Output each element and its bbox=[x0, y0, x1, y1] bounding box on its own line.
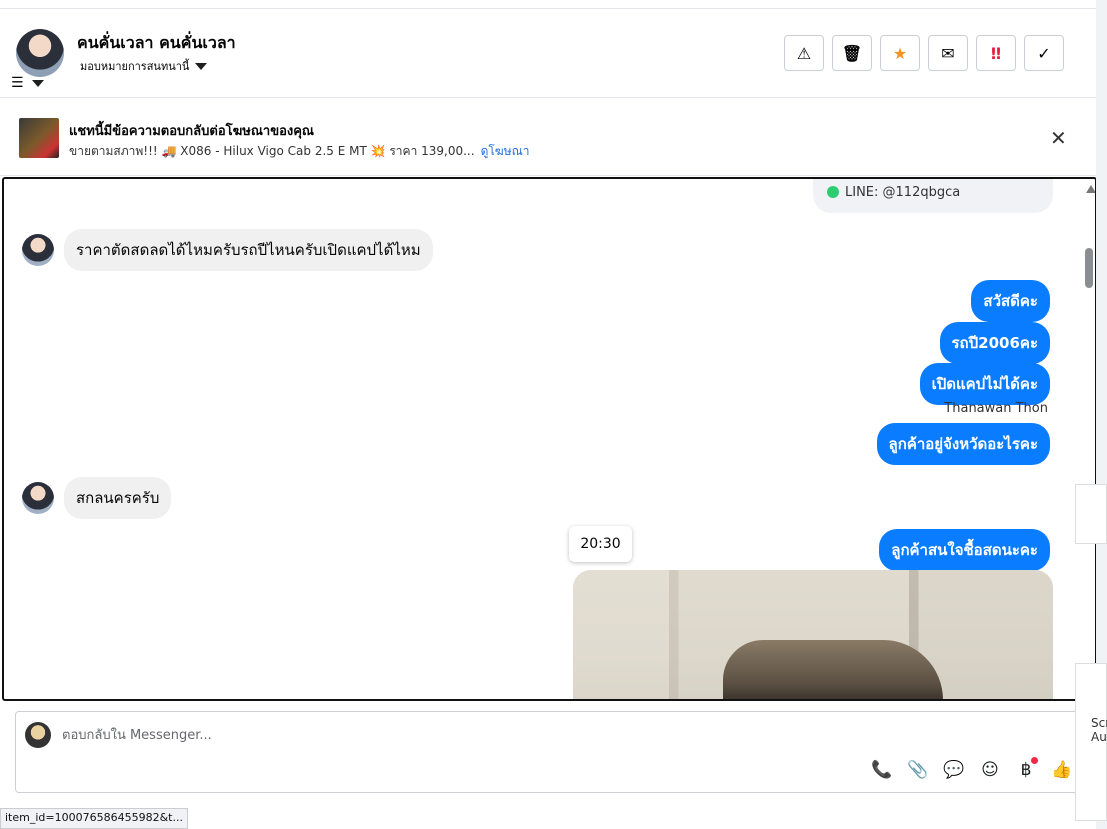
composer-tools: 📞 📎 💬 ☺ ฿ 👍 bbox=[871, 760, 1073, 780]
ad-desc-text: ขายตามสภาพ!!! 🚚 X086 - Hilux Vigo Cab 2.… bbox=[69, 144, 475, 158]
star-icon: ★ bbox=[892, 43, 908, 63]
mark-unread-button[interactable]: ✉ bbox=[928, 35, 968, 71]
outgoing-message[interactable]: เปิดแคปไม่ได้คะ bbox=[919, 363, 1050, 405]
outgoing-message[interactable]: สวัสดีคะ bbox=[971, 280, 1050, 322]
done-button[interactable]: ✓ bbox=[1024, 35, 1064, 71]
outgoing-message[interactable]: ลูกค้าอยู่จังหวัดอะไรคะ bbox=[876, 423, 1050, 465]
app: คนคั่นเวลา คนคั่นเวลา มอบหมายการสนทนานี้… bbox=[0, 0, 1107, 829]
conversation-header: คนคั่นเวลา คนคั่นเวลา มอบหมายการสนทนานี้… bbox=[0, 9, 1096, 98]
my-avatar bbox=[25, 722, 51, 748]
emoji-icon[interactable]: ☺ bbox=[979, 760, 1001, 780]
assign-label: มอบหมายการสนทนานี้ bbox=[80, 60, 190, 73]
incoming-message: ราคาตัดสดลดได้ไหมครับรถปีไหนครับเปิดแคปไ… bbox=[22, 229, 433, 271]
sender-name: Thanawan Thon bbox=[944, 401, 1048, 416]
call-icon[interactable]: 📞 bbox=[871, 760, 893, 780]
check-icon: ✓ bbox=[1037, 43, 1051, 63]
outgoing-message[interactable]: ลูกค้าสนใจชื้อสดนะคะ bbox=[879, 529, 1050, 571]
close-icon[interactable]: ✕ bbox=[1050, 126, 1067, 150]
trash-icon: 🗑 bbox=[841, 43, 863, 63]
envelope-open-icon: ✉ bbox=[941, 43, 955, 63]
delete-button[interactable]: 🗑 bbox=[832, 35, 872, 71]
header-actions: ⚠ 🗑 ★ ✉ ‼ ✓ bbox=[784, 35, 1064, 71]
scrollbar-thumb[interactable] bbox=[1085, 248, 1093, 288]
top-edge bbox=[0, 0, 1096, 9]
message-thread[interactable]: LINE: @112qbgca ราคาตัดสดลดได้ไหมครับรถป… bbox=[2, 177, 1097, 701]
notification-dot bbox=[1031, 757, 1038, 764]
assign-conversation[interactable]: มอบหมายการสนทนานี้ bbox=[80, 57, 208, 75]
chevron-down-icon bbox=[31, 79, 44, 87]
incoming-message: สกลนครครับ bbox=[22, 477, 172, 519]
sliders-icon: ☰ bbox=[11, 75, 24, 91]
side-popup-widget[interactable]: Scr Au bbox=[1075, 663, 1107, 821]
exclamation-icon: ‼ bbox=[990, 43, 1002, 63]
car-photo-message[interactable] bbox=[573, 570, 1053, 699]
side-preview-widget[interactable] bbox=[1075, 484, 1107, 544]
ad-description: ขายตามสภาพ!!! 🚚 X086 - Hilux Vigo Cab 2.… bbox=[69, 142, 530, 161]
message-bubble[interactable]: ราคาตัดสดลดได้ไหมครับรถปีไหนครับเปิดแคปไ… bbox=[64, 229, 433, 271]
outgoing-message[interactable]: รถปี2006คะ bbox=[939, 322, 1050, 364]
line-id-message: LINE: @112qbgca bbox=[813, 179, 1053, 213]
avatar[interactable] bbox=[22, 482, 54, 514]
chat-bubble-icon[interactable]: 💬 bbox=[943, 760, 965, 780]
star-button[interactable]: ★ bbox=[880, 35, 920, 71]
status-bar-url: item_id=100076586455982&t... bbox=[0, 808, 188, 829]
line-id-text: LINE: @112qbgca bbox=[845, 184, 961, 200]
scroll-up-arrow-icon[interactable] bbox=[1086, 185, 1095, 193]
view-ad-link[interactable]: ดูโฆษณา bbox=[481, 144, 530, 158]
ad-thumbnail[interactable] bbox=[19, 118, 59, 158]
pickup-truck-image bbox=[723, 640, 943, 699]
ad-banner-title: แชทนี้มีข้อความตอบกลับต่อโฆษณาของคุณ bbox=[69, 124, 314, 139]
reply-input[interactable] bbox=[62, 724, 762, 746]
chevron-down-icon bbox=[195, 62, 208, 70]
filter-menu[interactable]: ☰ bbox=[11, 75, 44, 91]
green-circle-icon bbox=[827, 186, 839, 198]
message-bubble[interactable]: สกลนครครับ bbox=[64, 477, 172, 519]
attachment-icon[interactable]: 📎 bbox=[907, 760, 929, 780]
avatar[interactable] bbox=[22, 234, 54, 266]
reply-composer: 📞 📎 💬 ☺ ฿ 👍 bbox=[15, 711, 1096, 793]
timestamp-tooltip: 20:30 bbox=[569, 526, 632, 562]
contact-avatar[interactable] bbox=[16, 29, 64, 77]
report-button[interactable]: ⚠ bbox=[784, 35, 824, 71]
important-button[interactable]: ‼ bbox=[976, 35, 1016, 71]
contact-name[interactable]: คนคั่นเวลา คนคั่นเวลา bbox=[77, 31, 236, 56]
ad-reply-banner: แชทนี้มีข้อความตอบกลับต่อโฆษณาของคุณ ขาย… bbox=[0, 98, 1096, 176]
warning-icon: ⚠ bbox=[796, 43, 812, 63]
thumbs-up-icon[interactable]: 👍 bbox=[1051, 760, 1073, 780]
